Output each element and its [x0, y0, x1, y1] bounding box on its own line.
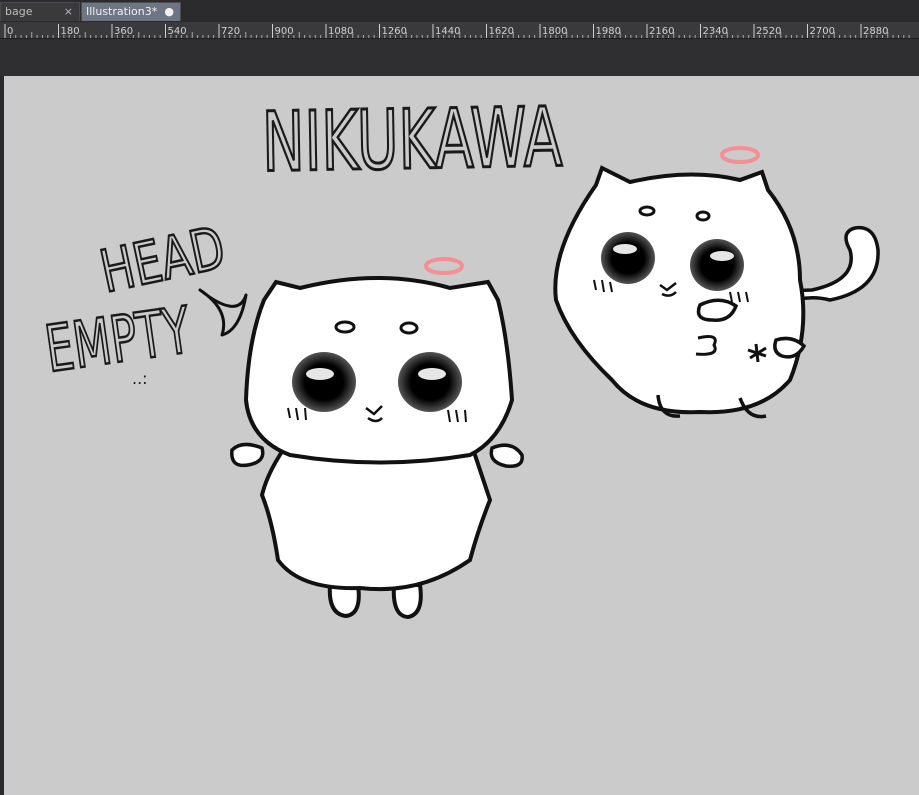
- horizontal-ruler[interactable]: 0 180 360 540 720 900 1080 1260 1440 1620 1800 1980…: [0, 22, 919, 39]
- arrow-doodle: [198, 288, 248, 337]
- close-icon[interactable]: ×: [64, 3, 73, 21]
- ruler-label: 0: [7, 26, 13, 37]
- tab-page[interactable]: bage ×: [0, 2, 80, 21]
- left-cat-eye-left: [292, 352, 356, 412]
- drawing-canvas[interactable]: NIKUKAWA HEAD EMPTY ..:: [4, 76, 919, 795]
- right-cat-halo: [720, 146, 760, 164]
- tab-label: Illustration3*: [86, 5, 158, 18]
- ruler-label: 2700: [810, 26, 835, 37]
- ruler-label: 2340: [703, 26, 728, 37]
- left-cat-halo: [424, 257, 464, 275]
- right-cat-eye-left: [601, 232, 655, 284]
- ruler-label: 1080: [328, 26, 353, 37]
- ruler-label: 1620: [489, 26, 514, 37]
- caption-dots: ..:: [132, 369, 148, 388]
- title-lettering: NIKUKAWA: [261, 90, 563, 190]
- unsaved-dot-icon[interactable]: ●: [164, 3, 174, 21]
- caption-head: HEAD: [94, 213, 230, 306]
- ruler-label: 900: [275, 26, 294, 37]
- ruler-ticks: 0 180 360 540 720 900 1080 1260 1440 1620 1800 1980…: [4, 24, 910, 38]
- ruler-label: 1980: [596, 26, 621, 37]
- left-cat-drawing: [230, 257, 524, 620]
- workspace-top-strip: [0, 39, 919, 76]
- ruler-label: 2520: [756, 26, 781, 37]
- right-cat-drawing: [553, 146, 880, 419]
- ruler-label: 720: [221, 26, 240, 37]
- ruler-label: 540: [168, 26, 187, 37]
- caption-empty: EMPTY: [41, 294, 196, 388]
- ruler-label: 1440: [435, 26, 460, 37]
- left-cat-eye-right: [398, 352, 462, 412]
- right-cat-eye-right: [690, 239, 744, 291]
- ruler-label: 180: [61, 26, 80, 37]
- document-tab-bar: bage × Illustration3* ●: [0, 0, 919, 23]
- ruler-label: 1260: [382, 26, 407, 37]
- ruler-label: 2880: [863, 26, 888, 37]
- ruler-label: 360: [114, 26, 133, 37]
- artwork-layer: NIKUKAWA HEAD EMPTY ..:: [40, 89, 880, 620]
- tab-label: bage: [5, 5, 33, 18]
- tab-illustration3[interactable]: Illustration3* ●: [81, 2, 181, 21]
- ruler-label: 2160: [649, 26, 674, 37]
- ruler-label: 1800: [542, 26, 567, 37]
